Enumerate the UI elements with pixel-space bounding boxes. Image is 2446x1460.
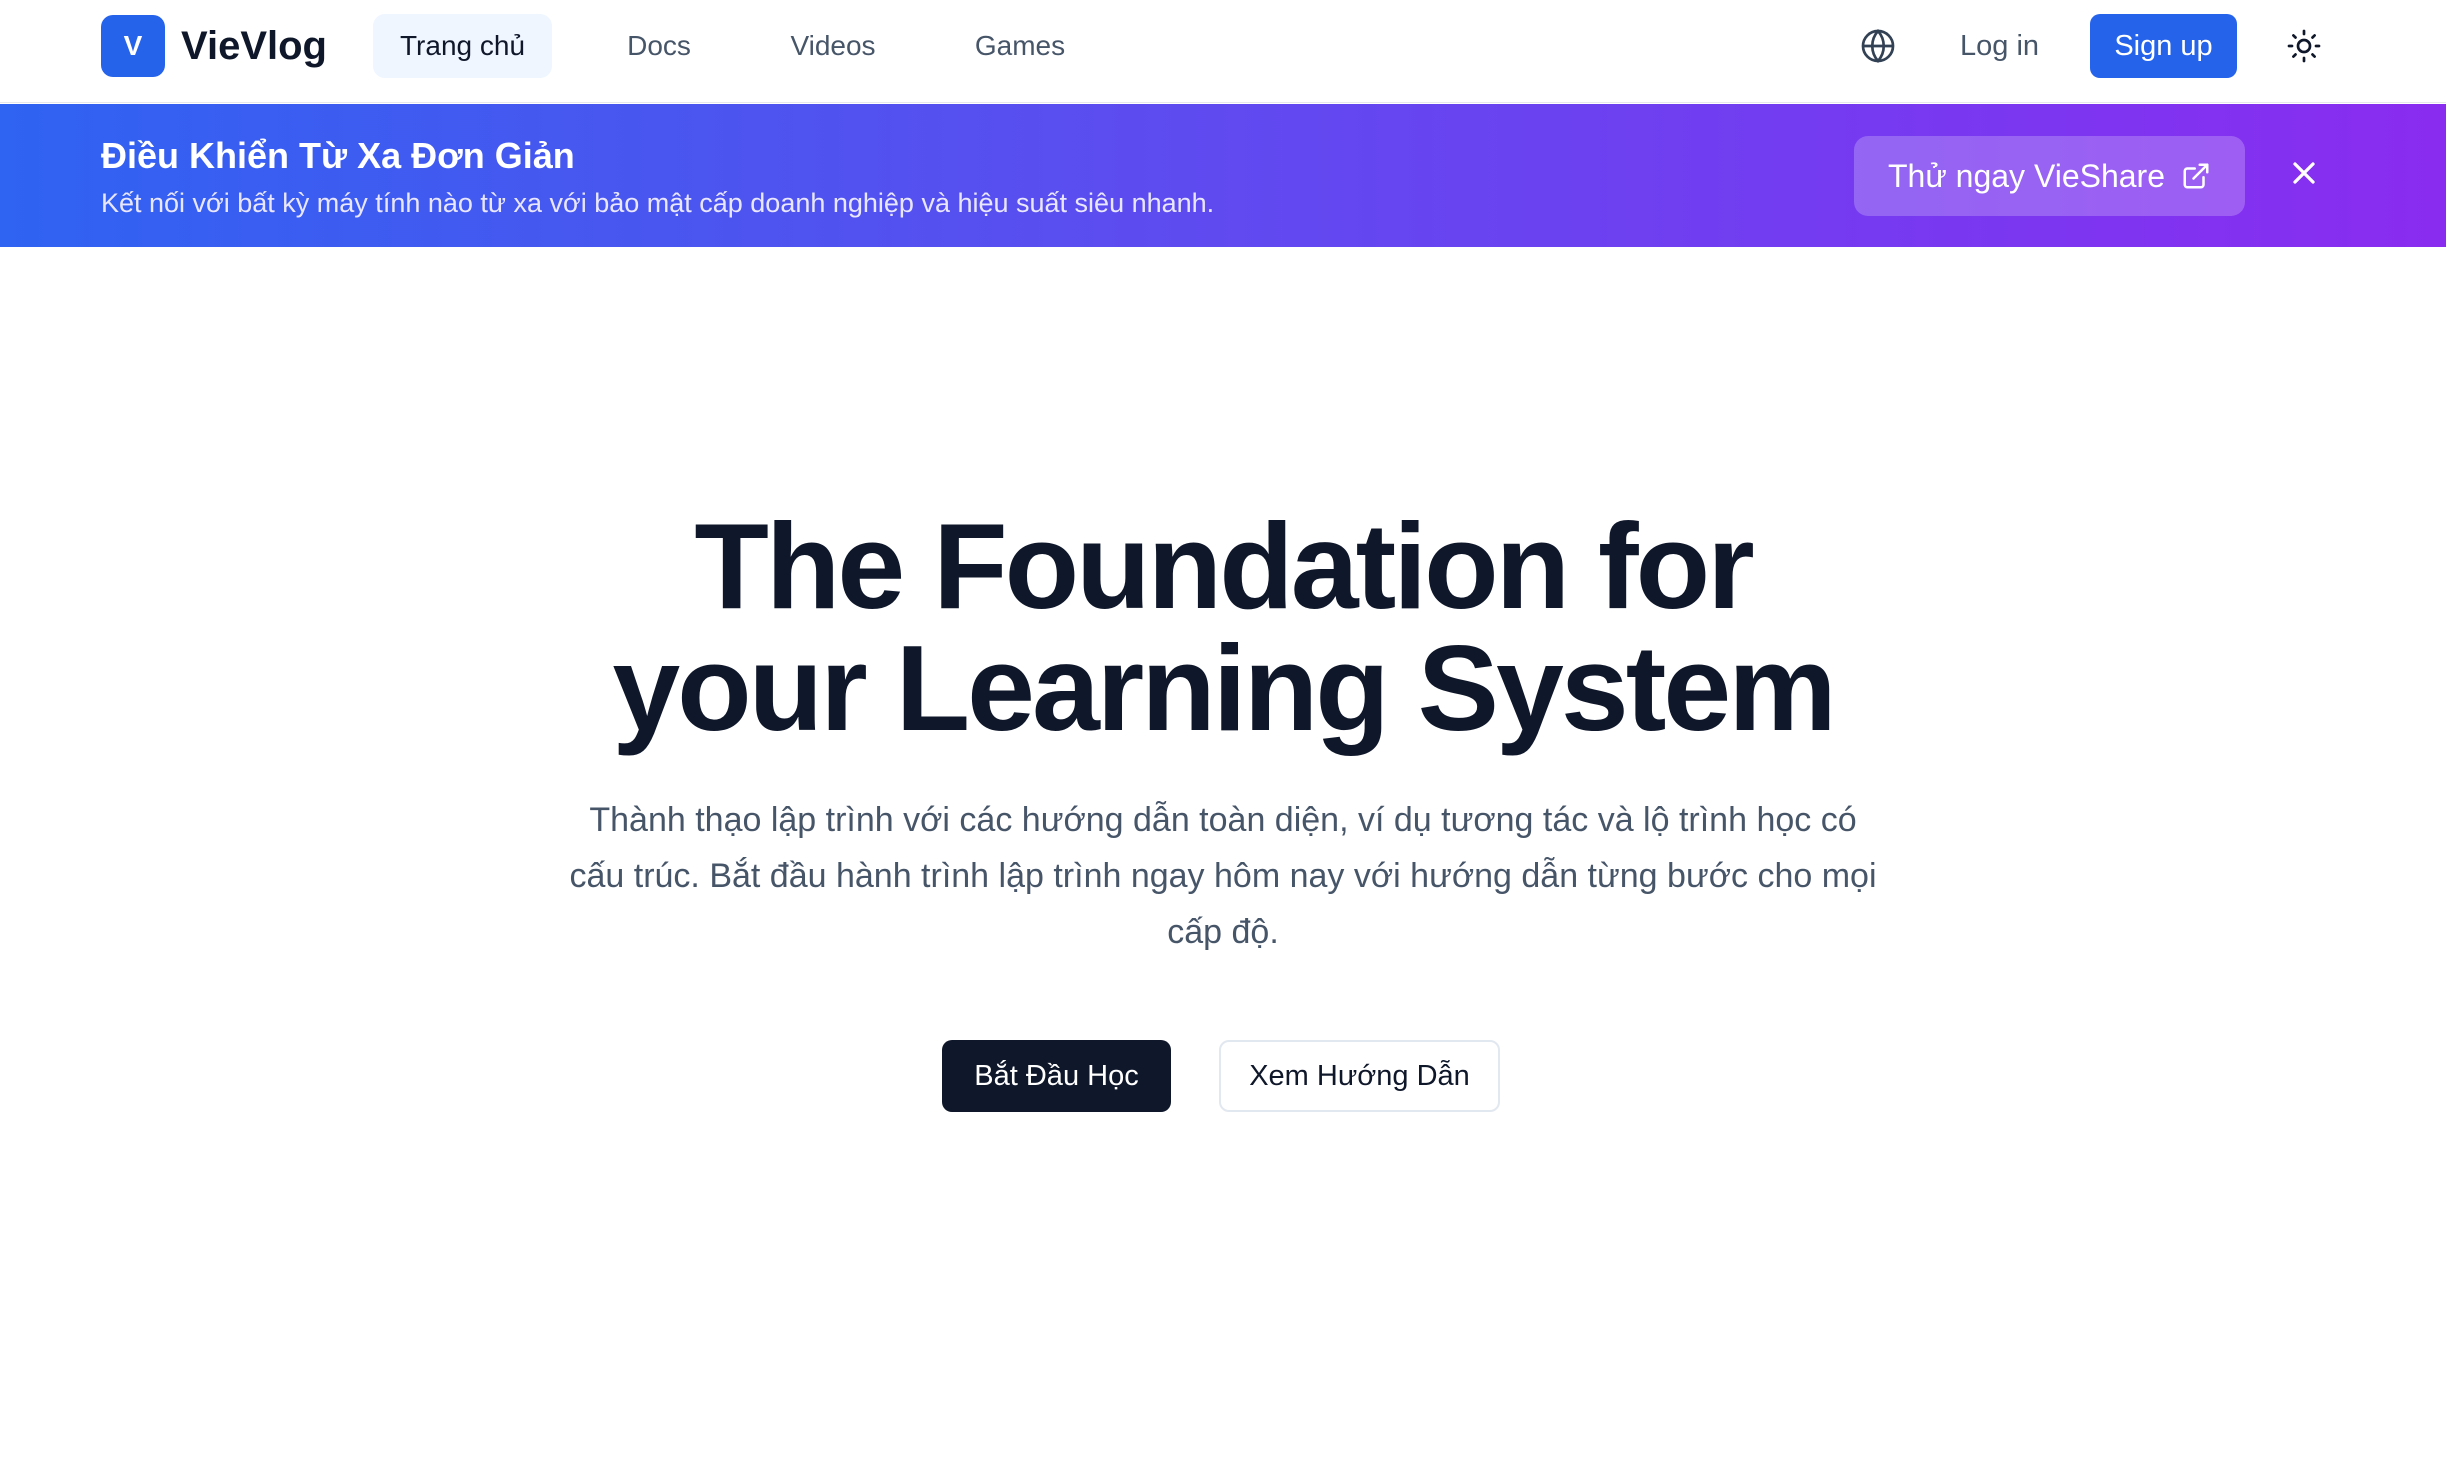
brand-name[interactable]: VieVlog bbox=[181, 20, 327, 72]
hero-description: Thành thạo lập trình với các hướng dẫn t… bbox=[569, 801, 1877, 951]
banner-title: Điều Khiển Từ Xa Đơn Giản bbox=[101, 135, 575, 176]
external-link-icon bbox=[2183, 163, 2209, 189]
close-icon[interactable] bbox=[2286, 155, 2322, 191]
sun-icon[interactable] bbox=[2286, 28, 2322, 64]
try-vieshare-button[interactable]: Thử ngay VieShare bbox=[1854, 136, 2245, 216]
hero-title-line2: your Learning System bbox=[612, 620, 1836, 756]
hero-title: The Foundation for your Learning System bbox=[0, 505, 2446, 749]
signup-button[interactable]: Sign up bbox=[2090, 14, 2237, 78]
nav-link-home[interactable]: Trang chủ bbox=[373, 14, 552, 78]
top-navigation: V VieVlog Trang chủ Docs Videos Games Lo… bbox=[0, 0, 2446, 103]
start-learning-button[interactable]: Bắt Đầu Học bbox=[942, 1040, 1171, 1112]
login-link[interactable]: Log in bbox=[1960, 14, 2039, 78]
nav-link-games[interactable]: Games bbox=[960, 14, 1080, 78]
logo-icon[interactable]: V bbox=[101, 15, 165, 77]
try-vieshare-label: Thử ngay VieShare bbox=[1888, 157, 2165, 194]
view-guide-button[interactable]: Xem Hướng Dẫn bbox=[1219, 1040, 1500, 1112]
hero-title-line1: The Foundation for bbox=[694, 498, 1754, 634]
banner-subtitle: Kết nối với bất kỳ máy tính nào từ xa vớ… bbox=[101, 188, 1215, 218]
nav-link-docs[interactable]: Docs bbox=[604, 14, 714, 78]
globe-icon[interactable] bbox=[1860, 28, 1896, 64]
nav-link-videos[interactable]: Videos bbox=[772, 14, 894, 78]
promo-banner: Điều Khiển Từ Xa Đơn Giản Kết nối với bấ… bbox=[0, 104, 2446, 247]
